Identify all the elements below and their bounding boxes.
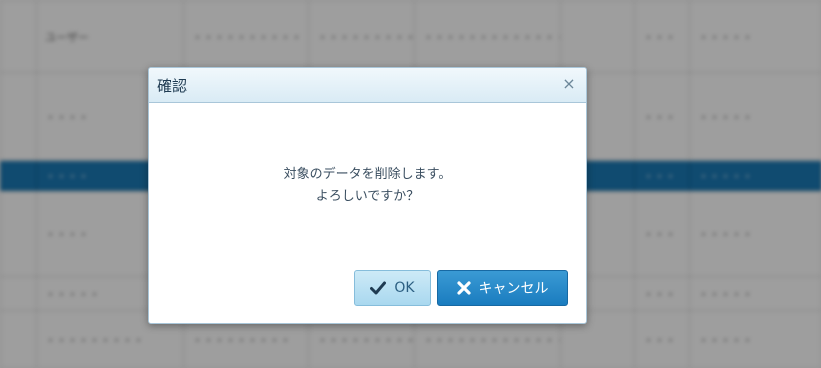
x-icon xyxy=(456,281,471,295)
dialog-title: 確認 xyxy=(157,77,188,95)
ok-button-label: OK xyxy=(394,280,415,296)
cancel-button[interactable]: キャンセル xyxy=(437,270,568,306)
checkmark-icon xyxy=(370,281,387,295)
confirm-dialog: 確認 × 対象のデータを削除します。 よろしいですか？ OK キャンセル xyxy=(148,67,587,324)
screen: ユーザー ・・・・・・・・・・ ・・・・・・・・・ ・・・・・・・・・・・・ ・・… xyxy=(0,0,821,368)
ok-button[interactable]: OK xyxy=(354,270,431,306)
message-line: 対象のデータを削除します。 xyxy=(283,167,452,182)
close-icon[interactable]: × xyxy=(560,75,578,93)
dialog-header: 確認 × xyxy=(149,68,586,103)
cancel-button-label: キャンセル xyxy=(478,281,549,297)
message-line: よろしいですか？ xyxy=(315,189,420,204)
dialog-message: 対象のデータを削除します。 よろしいですか？ xyxy=(149,164,586,208)
